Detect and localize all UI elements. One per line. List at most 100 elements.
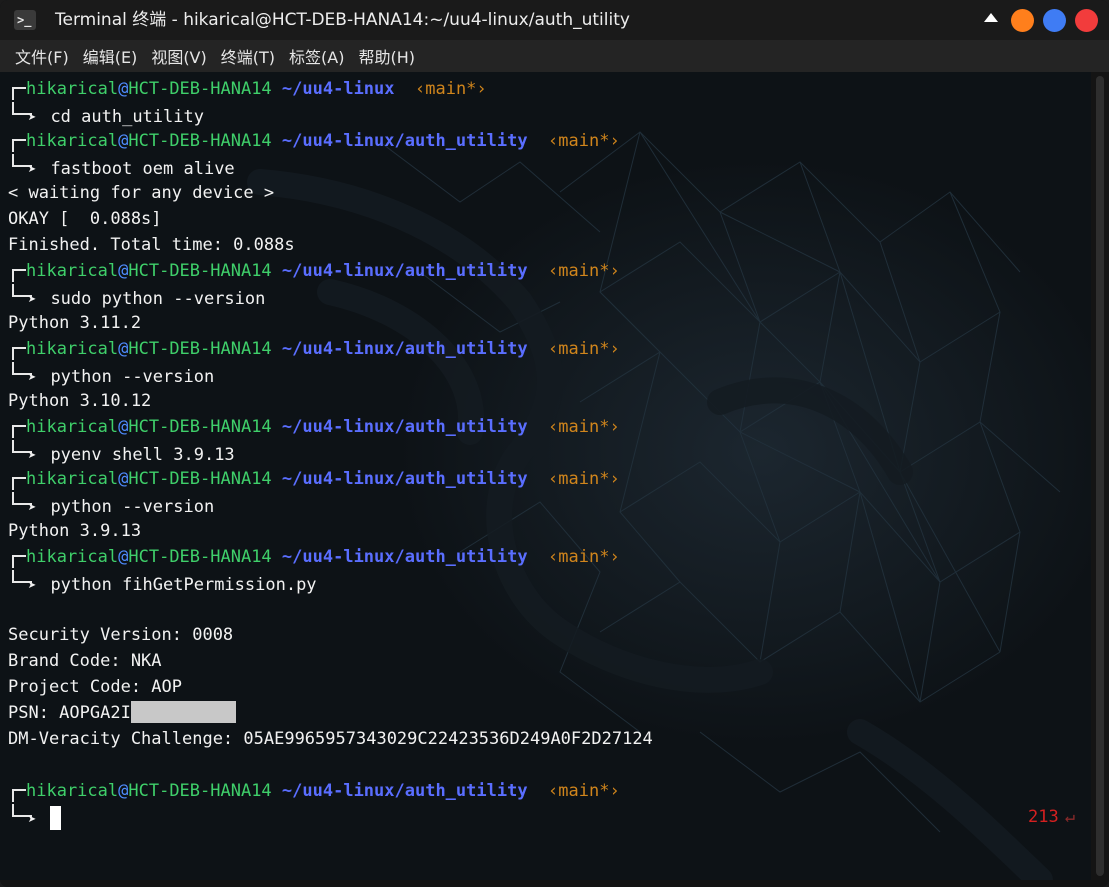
active-command-line[interactable]: ➤ 213 ↵ [0,804,1091,830]
prompt-at: @ [118,781,129,801]
prompt-git-branch: ‹main*› [548,261,620,281]
prompt-user: hikarical [26,79,119,99]
prompt-at: @ [118,469,129,489]
menu-tabs[interactable]: 标签(A) [282,41,351,71]
prompt-at: @ [118,131,129,151]
prompt-at: @ [118,79,129,99]
prompt-arrow-icon: ➤ [28,292,37,308]
prompt-path: ~/uu4-linux/auth_utility [281,261,528,281]
output-line: OKAY [ 0.088s] [8,209,162,229]
command-text: pyenv shell 3.9.13 [50,445,235,465]
prompt-host: HCT-DEB-HANA14 [128,261,272,281]
prompt-git-branch: ‹main*› [548,417,620,437]
output-line: Brand Code: NKA [8,651,162,671]
prompt-bracket-top [12,347,26,360]
output-line: Python 3.9.13 [8,521,142,541]
prompt-user: hikarical [26,781,119,801]
return-icon: ↵ [1064,807,1075,827]
prompt-user: hikarical [26,469,119,489]
prompt-host: HCT-DEB-HANA14 [128,79,272,99]
output-line: Python 3.11.2 [8,313,142,333]
redacted-block [130,701,236,723]
prompt-line: hikarical@HCT-DEB-HANA14 ~/uu4-linux/aut… [0,778,1091,804]
text-cursor[interactable] [50,806,62,830]
prompt-bracket-top [12,139,26,152]
prompt-user: hikarical [26,417,119,437]
command-line: ➤ pyenv shell 3.9.13 [0,440,1091,466]
output-line: Finished. Total time: 0.088s [8,235,295,255]
prompt-arrow-icon: ➤ [28,370,37,386]
command-text: fastboot oem alive [50,159,235,179]
output-line: < waiting for any device > [8,183,275,203]
close-button[interactable] [1075,9,1098,32]
command-text: python --version [50,367,215,387]
output-line: Security Version: 0008 [8,625,234,645]
prompt-path: ~/uu4-linux [281,79,395,99]
command-line: ➤ fastboot oem alive [0,154,1091,180]
prompt-line: hikarical@HCT-DEB-HANA14 ~/uu4-linux/aut… [0,336,1091,362]
command-line: ➤ cd auth_utility [0,102,1091,128]
command-line: ➤ sudo python --version [0,284,1091,310]
terminal-content[interactable]: hikarical@HCT-DEB-HANA14 ~/uu4-linux ‹ma… [0,72,1091,880]
prompt-arrow-icon: ➤ [28,812,37,828]
prompt-host: HCT-DEB-HANA14 [128,547,272,567]
title-bar[interactable]: >_ Terminal 终端 - hikarical@HCT-DEB-HANA1… [0,0,1109,40]
menu-edit[interactable]: 编辑(E) [76,41,145,71]
menu-bar: 文件(F) 编辑(E) 视图(V) 终端(T) 标签(A) 帮助(H) [0,40,1109,72]
prompt-user: hikarical [26,261,119,281]
prompt-host: HCT-DEB-HANA14 [128,781,272,801]
prompt-user: hikarical [26,131,119,151]
prompt-arrow-icon: ➤ [28,162,37,178]
prompt-path: ~/uu4-linux/auth_utility [281,781,528,801]
output-line: Python 3.10.12 [8,391,152,411]
terminal-app-icon: >_ [14,10,36,30]
menu-help[interactable]: 帮助(H) [351,41,422,71]
terminal-window: >_ Terminal 终端 - hikarical@HCT-DEB-HANA1… [0,0,1109,887]
prompt-git-branch: ‹main*› [548,547,620,567]
command-line: ➤ python --version [0,492,1091,518]
prompt-git-branch: ‹main*› [548,339,620,359]
prompt-path: ~/uu4-linux/auth_utility [281,469,528,489]
minimize-button[interactable] [1011,9,1034,32]
command-text: sudo python --version [50,289,266,309]
prompt-arrow-icon: ➤ [28,448,37,464]
prompt-at: @ [118,339,129,359]
command-text: cd auth_utility [50,107,204,127]
psn-output-line: PSN: AOPGA2I [0,700,1091,726]
prompt-git-branch: ‹main*› [415,79,487,99]
prompt-arrow-icon: ➤ [28,500,37,516]
prompt-bracket-top [12,789,26,802]
window-bottom-edge [0,880,1109,887]
terminal-output: hikarical@HCT-DEB-HANA14 ~/uu4-linux ‹ma… [0,76,1091,830]
menu-view[interactable]: 视图(V) [144,41,213,71]
prompt-host: HCT-DEB-HANA14 [128,469,272,489]
menu-file[interactable]: 文件(F) [8,41,76,71]
prompt-path: ~/uu4-linux/auth_utility [281,339,528,359]
prompt-path: ~/uu4-linux/auth_utility [281,131,528,151]
menu-terminal[interactable]: 终端(T) [214,41,282,71]
collapse-window-icon[interactable] [984,13,998,22]
prompt-host: HCT-DEB-HANA14 [128,417,272,437]
prompt-git-branch: ‹main*› [548,469,620,489]
prompt-bracket-top [12,477,26,490]
prompt-path: ~/uu4-linux/auth_utility [281,547,528,567]
prompt-line: hikarical@HCT-DEB-HANA14 ~/uu4-linux/aut… [0,414,1091,440]
maximize-button[interactable] [1043,9,1066,32]
command-line: ➤ python --version [0,362,1091,388]
prompt-git-branch: ‹main*› [548,131,620,151]
window-title: Terminal 终端 - hikarical@HCT-DEB-HANA14:~… [55,10,630,30]
scrollbar-thumb[interactable] [1096,76,1104,876]
prompt-host: HCT-DEB-HANA14 [128,339,272,359]
prompt-path: ~/uu4-linux/auth_utility [281,417,528,437]
prompt-arrow-icon: ➤ [28,578,37,594]
prompt-user: hikarical [26,339,119,359]
prompt-line: hikarical@HCT-DEB-HANA14 ~/uu4-linux ‹ma… [0,76,1091,102]
output-line: Project Code: AOP [8,677,182,697]
prompt-bracket-top [12,555,26,568]
prompt-line: hikarical@HCT-DEB-HANA14 ~/uu4-linux/aut… [0,544,1091,570]
psn-text: PSN: AOPGA2I [8,703,131,723]
prompt-line: hikarical@HCT-DEB-HANA14 ~/uu4-linux/aut… [0,466,1091,492]
output-line: DM-Veracity Challenge: 05AE9965957343029… [8,729,653,749]
